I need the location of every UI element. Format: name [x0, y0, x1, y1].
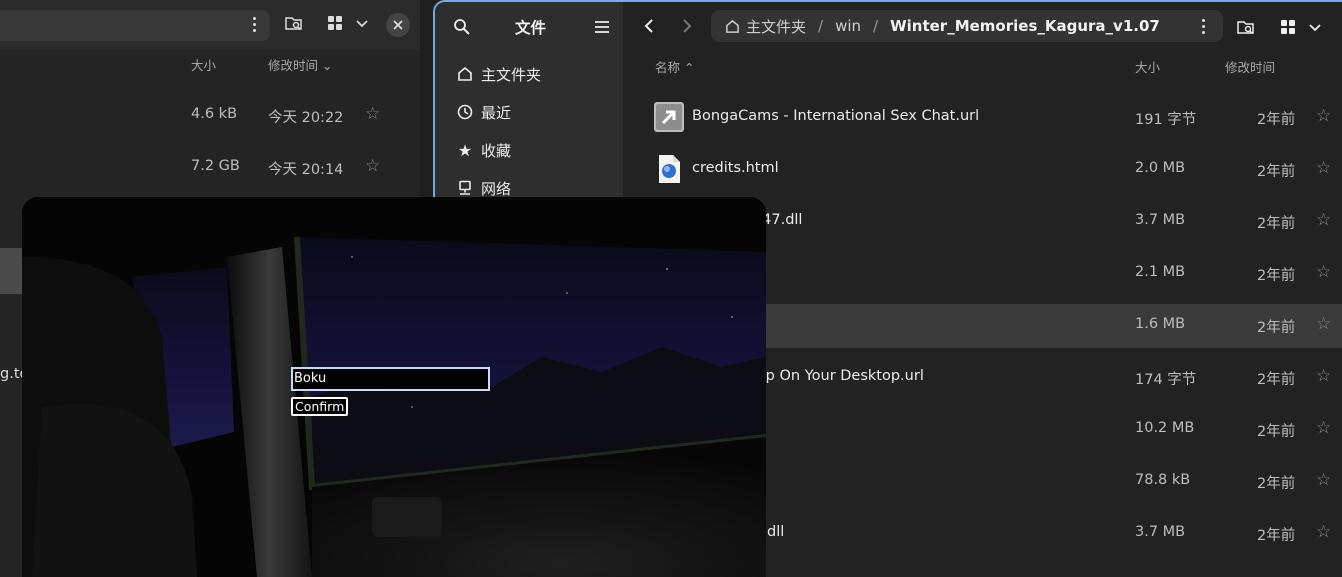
forward-chevron-icon[interactable] — [681, 18, 693, 38]
left-search-folder-icon[interactable] — [285, 14, 303, 37]
search-folder-icon[interactable] — [1237, 18, 1255, 40]
star-icon[interactable]: ☆ — [1316, 470, 1331, 490]
url-shortcut-icon — [653, 101, 685, 133]
star-icon[interactable]: ☆ — [1316, 366, 1331, 386]
star-icon[interactable]: ☆ — [1316, 210, 1331, 230]
breadcrumb-win[interactable]: win — [835, 17, 861, 35]
home-icon — [457, 66, 473, 82]
player-name-input[interactable] — [291, 367, 490, 391]
left-header-bar — [0, 0, 420, 50]
network-icon — [457, 180, 473, 196]
sort-chevron-up-icon: ⌃ — [684, 60, 695, 75]
left-table-row[interactable]: 4.6 kB 今天 20:22 ☆ — [0, 90, 420, 142]
file-row[interactable]: credits.html 2.0 MB 2年前 ☆ — [623, 144, 1342, 196]
star-icon[interactable]: ☆ — [1316, 522, 1331, 542]
col-name[interactable]: 名称 ⌃ — [655, 57, 694, 76]
back-chevron-icon[interactable] — [643, 18, 655, 38]
path-menu-icon[interactable] — [1202, 19, 1206, 34]
game-window[interactable]: Confirm — [22, 197, 766, 577]
sort-chevron-icon: ⌄ — [322, 58, 333, 73]
left-path-bar[interactable] — [0, 10, 270, 41]
view-options-chevron-icon[interactable] — [1308, 20, 1322, 38]
col-modified[interactable]: 修改时间 — [1225, 57, 1275, 76]
html-file-icon — [653, 153, 685, 185]
confirm-button[interactable]: Confirm — [291, 397, 349, 416]
star-icon[interactable]: ☆ — [365, 104, 380, 124]
search-icon[interactable] — [453, 18, 471, 40]
left-col-size[interactable]: 大小 — [191, 55, 216, 74]
sidebar-item-home[interactable]: 主文件夹 — [457, 59, 541, 89]
left-selected-row[interactable] — [0, 248, 22, 294]
sidebar-title: 文件 — [515, 19, 547, 37]
clock-icon — [457, 104, 473, 120]
left-table-row[interactable]: 7.2 GB 今天 20:14 ☆ — [0, 142, 420, 194]
left-grid-view-icon[interactable] — [327, 15, 343, 36]
breadcrumb-home[interactable]: 主文件夹 — [746, 16, 806, 37]
home-icon — [725, 19, 740, 34]
col-size[interactable]: 大小 — [1135, 57, 1160, 76]
star-icon[interactable]: ☆ — [1316, 418, 1331, 438]
left-chevron-down-icon[interactable] — [355, 15, 369, 35]
star-icon[interactable]: ☆ — [1316, 314, 1331, 334]
sidebar-item-starred[interactable]: ★ 收藏 — [457, 135, 511, 165]
left-close-icon[interactable] — [386, 13, 410, 37]
grid-view-icon[interactable] — [1280, 19, 1296, 39]
sidebar-item-recent[interactable]: 最近 — [457, 97, 511, 127]
star-icon[interactable]: ☆ — [1316, 158, 1331, 178]
breadcrumb-current[interactable]: Winter_Memories_Kagura_v1.07 — [890, 17, 1160, 35]
left-menu-icon[interactable] — [253, 17, 257, 32]
hamburger-menu-icon[interactable] — [594, 20, 610, 38]
file-row[interactable]: BongaCams - International Sex Chat.url 1… — [623, 92, 1342, 144]
left-col-modified[interactable]: 修改时间 ⌄ — [268, 55, 332, 74]
star-icon[interactable]: ☆ — [365, 156, 380, 176]
breadcrumb[interactable]: 主文件夹 / win / Winter_Memories_Kagura_v1.0… — [711, 10, 1223, 42]
star-icon[interactable]: ☆ — [1316, 106, 1331, 126]
star-icon: ★ — [457, 140, 473, 160]
star-icon[interactable]: ☆ — [1316, 262, 1331, 282]
